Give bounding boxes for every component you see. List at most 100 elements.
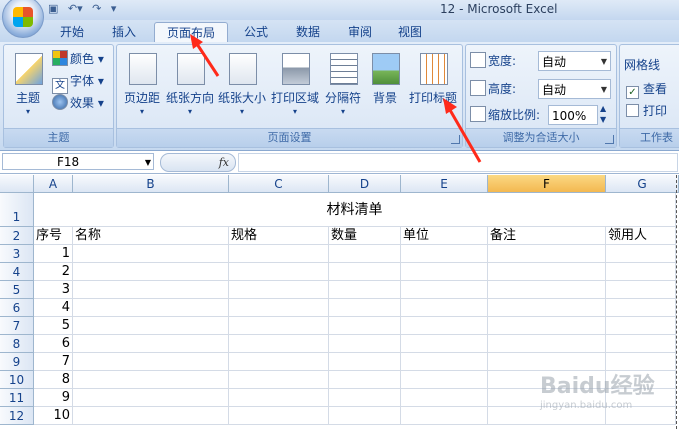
empty-cell[interactable]: [229, 353, 329, 371]
empty-cell[interactable]: [229, 371, 329, 389]
empty-cell[interactable]: [488, 317, 606, 335]
empty-cell[interactable]: [488, 245, 606, 263]
empty-cell[interactable]: [229, 281, 329, 299]
column-header-f[interactable]: F: [488, 175, 606, 193]
empty-cell[interactable]: [401, 317, 488, 335]
column-header-b[interactable]: B: [73, 175, 229, 193]
empty-cell[interactable]: [229, 299, 329, 317]
tab-home[interactable]: 开始: [50, 22, 94, 42]
print-area-button[interactable]: 打印区域 ▾: [270, 51, 320, 121]
empty-cell[interactable]: [73, 263, 229, 281]
row-header-4[interactable]: 4: [0, 263, 34, 281]
empty-cell[interactable]: [488, 335, 606, 353]
empty-cell[interactable]: [73, 281, 229, 299]
empty-cell[interactable]: [73, 335, 229, 353]
empty-cell[interactable]: [229, 317, 329, 335]
empty-cell[interactable]: [73, 353, 229, 371]
column-header-c[interactable]: C: [229, 175, 329, 193]
row-header-6[interactable]: 6: [0, 299, 34, 317]
save-icon[interactable]: ▣: [48, 2, 58, 15]
empty-cell[interactable]: [401, 299, 488, 317]
undo-icon[interactable]: ↶▾: [68, 2, 83, 15]
serial-cell[interactable]: 7: [34, 353, 73, 371]
empty-cell[interactable]: [401, 335, 488, 353]
page-setup-dialog-launcher-icon[interactable]: [451, 135, 460, 144]
empty-cell[interactable]: [606, 317, 676, 335]
column-header-a[interactable]: A: [34, 175, 73, 193]
height-select[interactable]: 自动 ▼: [538, 79, 611, 99]
empty-cell[interactable]: [73, 245, 229, 263]
header-cell-serial[interactable]: 序号: [34, 227, 73, 245]
tab-insert[interactable]: 插入: [102, 22, 146, 42]
row-header-2[interactable]: 2: [0, 227, 34, 245]
empty-cell[interactable]: [229, 335, 329, 353]
qat-customize-icon[interactable]: ▾: [111, 2, 117, 15]
serial-cell[interactable]: 3: [34, 281, 73, 299]
empty-cell[interactable]: [329, 317, 401, 335]
empty-cell[interactable]: [229, 245, 329, 263]
empty-cell[interactable]: [73, 407, 229, 425]
background-button[interactable]: 背景: [365, 51, 405, 121]
size-button[interactable]: 纸张大小 ▾: [217, 51, 267, 121]
themes-button[interactable]: 主题 ▾: [6, 51, 50, 121]
empty-cell[interactable]: [401, 389, 488, 407]
empty-cell[interactable]: [329, 335, 401, 353]
gridlines-print-checkbox[interactable]: 打印: [626, 101, 667, 121]
empty-cell[interactable]: [329, 281, 401, 299]
width-select[interactable]: 自动 ▼: [538, 51, 611, 71]
empty-cell[interactable]: [329, 389, 401, 407]
row-header-5[interactable]: 5: [0, 281, 34, 299]
row-header-1[interactable]: 1: [0, 193, 34, 227]
theme-effects-button[interactable]: 效果 ▾: [52, 93, 104, 113]
empty-cell[interactable]: [488, 299, 606, 317]
empty-cell[interactable]: [229, 263, 329, 281]
row-header-10[interactable]: 10: [0, 371, 34, 389]
row-header-3[interactable]: 3: [0, 245, 34, 263]
empty-cell[interactable]: [401, 371, 488, 389]
empty-cell[interactable]: [73, 389, 229, 407]
theme-fonts-button[interactable]: 文字体 ▾: [52, 71, 104, 94]
empty-cell[interactable]: [329, 353, 401, 371]
tab-page-layout[interactable]: 页面布局: [154, 22, 228, 43]
serial-cell[interactable]: 8: [34, 371, 73, 389]
scale-stepper[interactable]: ▲ ▼: [600, 103, 606, 124]
empty-cell[interactable]: [401, 353, 488, 371]
empty-cell[interactable]: [401, 263, 488, 281]
empty-cell[interactable]: [401, 245, 488, 263]
insert-function-icon[interactable]: fx: [219, 154, 229, 171]
breaks-button[interactable]: 分隔符 ▾: [323, 51, 363, 121]
empty-cell[interactable]: [73, 371, 229, 389]
empty-cell[interactable]: [329, 299, 401, 317]
theme-colors-button[interactable]: 颜色 ▾: [52, 49, 104, 69]
empty-cell[interactable]: [329, 245, 401, 263]
scale-input[interactable]: 100%: [548, 105, 598, 125]
margins-button[interactable]: 页边距 ▾: [119, 51, 165, 121]
empty-cell[interactable]: [606, 281, 676, 299]
orientation-button[interactable]: 纸张方向 ▾: [165, 51, 215, 121]
column-header-g[interactable]: G: [606, 175, 679, 193]
column-header-e[interactable]: E: [401, 175, 488, 193]
serial-cell[interactable]: 9: [34, 389, 73, 407]
serial-cell[interactable]: 1: [34, 245, 73, 263]
sheet-title-cell[interactable]: 材料清单: [34, 193, 676, 227]
header-cell-remark[interactable]: 备注: [488, 227, 606, 245]
print-titles-button[interactable]: 打印标题: [407, 51, 459, 121]
serial-cell[interactable]: 10: [34, 407, 73, 425]
scale-dialog-launcher-icon[interactable]: [605, 135, 614, 144]
serial-cell[interactable]: 5: [34, 317, 73, 335]
row-header-8[interactable]: 8: [0, 335, 34, 353]
empty-cell[interactable]: [229, 389, 329, 407]
empty-cell[interactable]: [73, 317, 229, 335]
header-cell-recipient[interactable]: 领用人: [606, 227, 676, 245]
serial-cell[interactable]: 6: [34, 335, 73, 353]
name-box[interactable]: F18 ▼: [2, 153, 154, 170]
serial-cell[interactable]: 4: [34, 299, 73, 317]
redo-icon[interactable]: ↷: [92, 2, 101, 15]
empty-cell[interactable]: [606, 263, 676, 281]
empty-cell[interactable]: [329, 371, 401, 389]
tab-view[interactable]: 视图: [388, 22, 432, 42]
select-all-corner[interactable]: [0, 175, 34, 193]
header-cell-quantity[interactable]: 数量: [329, 227, 401, 245]
column-header-d[interactable]: D: [329, 175, 401, 193]
empty-cell[interactable]: [488, 281, 606, 299]
